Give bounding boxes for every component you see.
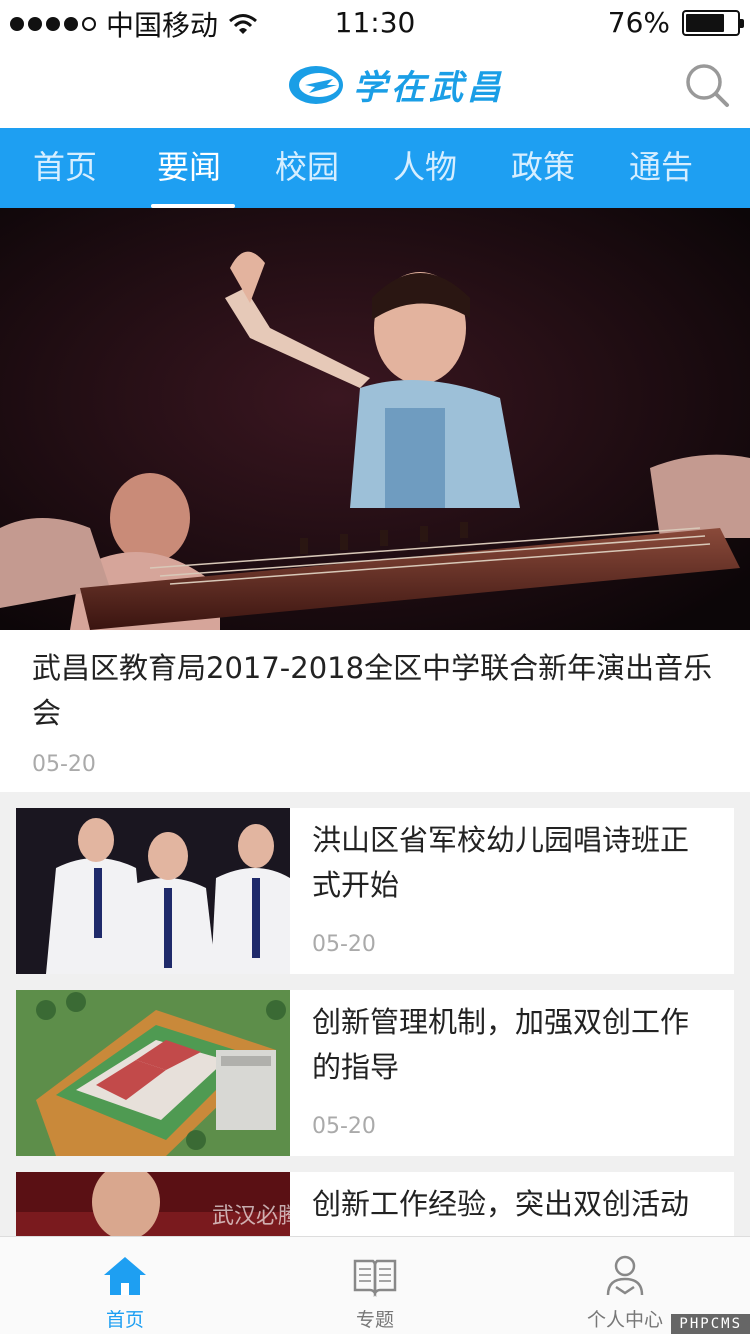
featured-date: 05-20 [32,752,96,777]
battery-percent: 76% [607,6,670,39]
news-title[interactable]: 创新工作经验，突出双创活动 [312,1182,712,1227]
nav-topics[interactable]: 专题 [250,1237,500,1334]
book-icon [353,1259,397,1297]
tab-people[interactable]: 人物 [366,128,484,208]
battery-icon [682,9,744,36]
app-header: 学在武昌 [0,44,750,128]
tab-notice[interactable]: 通告 [602,128,720,208]
tab-home[interactable]: 首页 [0,128,130,208]
featured-article[interactable]: 武昌区教育局2017-2018全区中学联合新年演出音乐会 05-20 [0,208,750,792]
nav-profile-label: 个人中心 [586,1309,663,1331]
news-title[interactable]: 洪山区省军校幼儿园唱诗班正式开始 [312,818,712,908]
home-icon [104,1257,146,1295]
tab-news[interactable]: 要闻 [130,128,248,208]
search-icon[interactable] [684,62,730,108]
status-right: 76% [607,6,744,39]
news-thumbnail [16,990,290,1156]
news-item[interactable]: 创新管理机制，加强双创工作的指导 05-20 [16,990,734,1156]
app-screen: 中国移动 11:30 76% 学在武昌 首页 要闻 校园 人物 政策 通告 武昌… [0,0,750,1334]
news-title[interactable]: 创新管理机制，加强双创工作的指导 [312,1000,712,1090]
news-item[interactable]: 洪山区省军校幼儿园唱诗班正式开始 05-20 [16,808,734,974]
nav-home[interactable]: 首页 [0,1237,250,1334]
featured-title[interactable]: 武昌区教育局2017-2018全区中学联合新年演出音乐会 [32,646,722,736]
news-date: 05-20 [312,932,376,957]
watermark: 武汉必腾 [212,1204,301,1229]
user-icon [606,1255,644,1296]
tab-video[interactable]: 视 [720,128,750,208]
news-date: 05-20 [312,1114,376,1139]
featured-image [0,208,750,630]
bottom-navigation: 首页 专题 个人中心 [0,1236,750,1334]
tab-policy[interactable]: 政策 [484,128,602,208]
nav-home-label: 首页 [105,1309,144,1331]
tab-campus[interactable]: 校园 [248,128,366,208]
category-tabs: 首页 要闻 校园 人物 政策 通告 视 [0,128,750,208]
status-bar: 中国移动 11:30 76% [0,0,750,44]
logo-text: 学在武昌 [353,68,505,108]
logo-mark-icon [289,65,343,104]
nav-topics-label: 专题 [355,1309,394,1331]
app-logo: 学在武昌 [287,60,505,109]
corner-badge: PHPCMS [671,1314,750,1334]
news-thumbnail [16,808,290,974]
